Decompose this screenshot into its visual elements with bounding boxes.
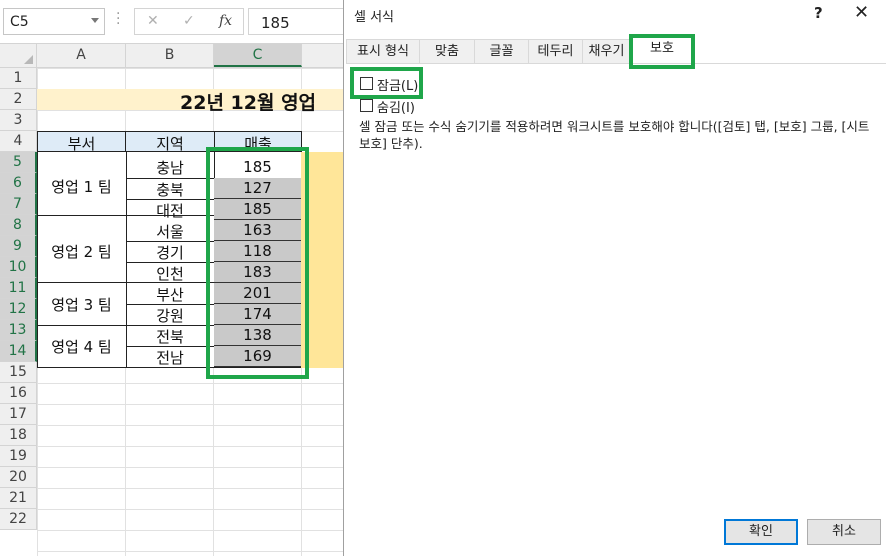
row-header-6[interactable]: 6 — [0, 173, 37, 194]
header-region-label: 지역 — [156, 135, 184, 153]
row-header-1[interactable]: 1 — [0, 68, 37, 89]
region-label[interactable]: 강원 — [126, 305, 214, 326]
hidden-label[interactable]: 숨김(I) — [377, 97, 415, 116]
region-label[interactable]: 전북 — [126, 326, 214, 347]
dialog-tabs: 표시 형식 맞춤 글꼴 테두리 채우기 보호 — [344, 36, 887, 64]
name-box-value: C5 — [10, 14, 29, 30]
column-header-c[interactable]: C — [214, 44, 302, 67]
row-header-9[interactable]: 9 — [0, 236, 37, 257]
format-cells-dialog: 셀 서식 ? ✕ 표시 형식 맞춤 글꼴 테두리 채우기 보호 잠금(L) 숨김… — [343, 0, 887, 556]
tab-font[interactable]: 글꼴 — [474, 39, 529, 64]
tab-number[interactable]: 표시 형식 — [346, 39, 420, 64]
column-header-b[interactable]: B — [126, 44, 214, 67]
row-header-14[interactable]: 14 — [0, 341, 37, 362]
tab-highlight — [629, 34, 695, 69]
row-header-12[interactable]: 12 — [0, 299, 37, 320]
chevron-down-icon[interactable] — [91, 18, 99, 23]
formula-buttons: ✕ ✓ fx — [134, 8, 244, 35]
protection-description: 셀 잠금 또는 수식 숨기기를 적용하려면 워크시트를 보호해야 합니다([검토… — [359, 119, 870, 151]
header-dept-label: 부서 — [67, 135, 96, 153]
close-icon[interactable]: ✕ — [854, 2, 869, 23]
region-label[interactable]: 충북 — [126, 179, 214, 200]
row-header-13[interactable]: 13 — [0, 320, 37, 341]
header-cell-dept[interactable]: 부서 — [37, 131, 126, 153]
tab-alignment[interactable]: 맞춤 — [419, 39, 475, 64]
selection-highlight — [206, 147, 309, 379]
region-label[interactable]: 인천 — [126, 263, 214, 284]
ok-button[interactable]: 확인 — [724, 519, 798, 545]
cancel-button[interactable]: 취소 — [807, 519, 881, 545]
region-label[interactable]: 전남 — [126, 347, 214, 368]
row-header-17[interactable]: 17 — [0, 404, 37, 425]
row-header-11[interactable]: 11 — [0, 278, 37, 299]
row-header-15[interactable]: 15 — [0, 362, 37, 383]
function-icon[interactable]: fx — [219, 13, 232, 29]
row-header-20[interactable]: 20 — [0, 467, 37, 488]
region-label[interactable]: 대전 — [126, 200, 214, 221]
team-label[interactable]: 영업 3 팀 — [37, 294, 126, 315]
row-header-2[interactable]: 2 — [0, 89, 37, 110]
row-header-4[interactable]: 4 — [0, 131, 37, 152]
row-header-5[interactable]: 5 — [0, 152, 37, 173]
tab-fill[interactable]: 채우기 — [582, 39, 631, 64]
row-header-19[interactable]: 19 — [0, 446, 37, 467]
row-header-21[interactable]: 21 — [0, 488, 37, 509]
corner-triangle-icon — [24, 55, 33, 64]
row-header-18[interactable]: 18 — [0, 425, 37, 446]
formula-value: 185 — [261, 14, 290, 32]
region-label[interactable]: 충남 — [126, 157, 214, 178]
region-label[interactable]: 서울 — [126, 221, 214, 242]
region-label[interactable]: 경기 — [126, 242, 214, 263]
lock-highlight — [350, 67, 423, 99]
team-label[interactable]: 영업 4 팀 — [37, 336, 126, 357]
team-label[interactable]: 영업 1 팀 — [37, 176, 126, 197]
dialog-title: 셀 서식 — [354, 10, 395, 25]
more-icon: · · · — [116, 6, 121, 32]
row-header-7[interactable]: 7 — [0, 194, 37, 215]
hidden-checkbox[interactable] — [360, 99, 373, 112]
tab-divider — [346, 63, 886, 64]
tab-border[interactable]: 테두리 — [528, 39, 583, 64]
column-header-a[interactable]: A — [37, 44, 126, 67]
name-box[interactable]: C5 — [3, 8, 105, 35]
region-label[interactable]: 부산 — [126, 284, 214, 305]
select-all-button[interactable] — [0, 44, 37, 67]
team-label[interactable]: 영업 2 팀 — [37, 241, 126, 262]
enter-icon[interactable]: ✓ — [183, 13, 195, 29]
help-icon[interactable]: ? — [814, 4, 823, 22]
row-header-3[interactable]: 3 — [0, 110, 37, 131]
cancel-icon[interactable]: ✕ — [147, 13, 159, 29]
row-header-22[interactable]: 22 — [0, 509, 37, 530]
header-cell-region[interactable]: 지역 — [125, 131, 215, 153]
row-header-16[interactable]: 16 — [0, 383, 37, 404]
row-header-10[interactable]: 10 — [0, 257, 37, 278]
sheet-title[interactable]: 22년 12월 영업 — [180, 88, 316, 115]
row-header-8[interactable]: 8 — [0, 215, 37, 236]
